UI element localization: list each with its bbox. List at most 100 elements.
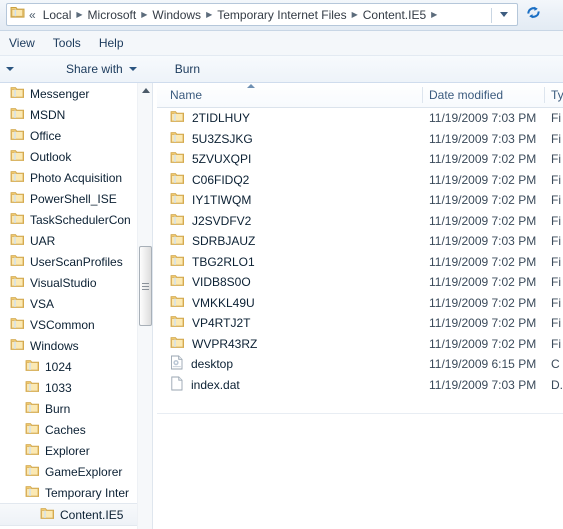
- column-header-date-modified[interactable]: Date modified: [429, 83, 503, 107]
- file-name-label: TBG2RLO1: [192, 254, 255, 269]
- breadcrumb-separator-icon[interactable]: ▶: [431, 10, 437, 19]
- sidebar-item-uar[interactable]: UAR: [0, 230, 137, 251]
- share-with-button[interactable]: Share with: [58, 59, 145, 79]
- menu-item-help[interactable]: Help: [90, 33, 133, 53]
- sidebar-item-msdn[interactable]: MSDN: [0, 104, 137, 125]
- file-name-cell: desktop: [170, 355, 233, 373]
- breadcrumb-separator-icon[interactable]: ▶: [76, 10, 82, 19]
- sidebar-item-vscommon[interactable]: VSCommon: [0, 314, 137, 335]
- breadcrumb[interactable]: « Local ▶ Microsoft ▶ Windows ▶ Temporar…: [6, 3, 518, 26]
- refresh-button[interactable]: [522, 3, 544, 26]
- sidebar-item-label: Burn: [45, 401, 71, 416]
- table-row[interactable]: 5ZVUXQPI 11/19/2009 7:02 PM Fi: [157, 149, 563, 170]
- table-row[interactable]: IY1TIWQM 11/19/2009 7:02 PM Fi: [157, 190, 563, 211]
- file-type-cell: Fi: [551, 111, 561, 126]
- breadcrumb-item-microsoft[interactable]: Microsoft: [86, 7, 139, 23]
- file-name-cell: TBG2RLO1: [170, 254, 255, 270]
- sidebar-item-messenger[interactable]: Messenger: [0, 83, 137, 104]
- sidebar-item-office[interactable]: Office: [0, 125, 137, 146]
- burn-label: Burn: [174, 62, 201, 76]
- folder-icon: [25, 359, 40, 375]
- column-header-type[interactable]: Ty: [551, 83, 563, 107]
- folder-icon: [25, 401, 40, 417]
- menu-item-tools[interactable]: Tools: [44, 33, 90, 53]
- file-date-modified-cell: 11/19/2009 7:02 PM: [429, 275, 537, 290]
- column-divider[interactable]: [544, 87, 545, 103]
- breadcrumb-item-local[interactable]: Local: [41, 7, 74, 23]
- sidebar-item-1024[interactable]: 1024: [0, 356, 137, 377]
- grip-icon: [142, 285, 149, 287]
- folder-icon: [10, 233, 25, 249]
- menu-item-view[interactable]: View: [0, 33, 44, 53]
- breadcrumb-item-windows[interactable]: Windows: [150, 7, 203, 23]
- sidebar-item-outlook[interactable]: Outlook: [0, 146, 137, 167]
- breadcrumb-item-temporary-internet-files[interactable]: Temporary Internet Files: [215, 7, 348, 23]
- file-type-cell: Fi: [551, 213, 561, 228]
- file-type-cell: Fi: [551, 254, 561, 269]
- file-date-modified-cell: 11/19/2009 7:02 PM: [429, 172, 537, 187]
- scroll-up-button[interactable]: [138, 83, 152, 97]
- sidebar-item-label: MSDN: [30, 107, 66, 122]
- folder-icon: [170, 213, 185, 229]
- sidebar-item-powershell-ise[interactable]: PowerShell_ISE: [0, 188, 137, 209]
- breadcrumb-separator-icon[interactable]: ▶: [141, 10, 147, 19]
- sidebar-item-temporary-inter[interactable]: Temporary Inter: [0, 482, 137, 503]
- sidebar-item-windows[interactable]: Windows: [0, 335, 137, 356]
- folder-icon: [170, 131, 185, 147]
- table-row[interactable]: desktop 11/19/2009 6:15 PM C: [157, 354, 563, 375]
- sidebar-item-userscanprofiles[interactable]: UserScanProfiles: [0, 251, 137, 272]
- file-type-cell: Fi: [551, 234, 561, 249]
- sidebar-item-label: 1024: [45, 359, 72, 374]
- breadcrumb-separator-icon[interactable]: ▶: [352, 10, 358, 19]
- table-row[interactable]: 2TIDLHUY 11/19/2009 7:03 PM Fi: [157, 108, 563, 129]
- table-row[interactable]: WVPR43RZ 11/19/2009 7:02 PM Fi: [157, 334, 563, 355]
- sidebar-item-content-ie5[interactable]: Content.IE5: [0, 503, 152, 526]
- address-history-dropdown[interactable]: [493, 4, 515, 25]
- table-row[interactable]: VMKKL49U 11/19/2009 7:02 PM Fi: [157, 293, 563, 314]
- burn-button[interactable]: Burn: [167, 59, 208, 79]
- sidebar-item-label: Windows: [30, 338, 79, 353]
- breadcrumb-item-content-ie5[interactable]: Content.IE5: [361, 7, 428, 23]
- breadcrumb-overflow-chevron[interactable]: «: [29, 9, 36, 21]
- breadcrumb-separator-icon[interactable]: ▶: [206, 10, 212, 19]
- sidebar-item-photo-acquisition[interactable]: Photo Acquisition: [0, 167, 137, 188]
- sidebar-item-label: PowerShell_ISE: [30, 191, 117, 206]
- table-row[interactable]: SDRBJAUZ 11/19/2009 7:03 PM Fi: [157, 231, 563, 252]
- command-bar: Share with Burn: [0, 56, 563, 83]
- folder-icon: [170, 315, 185, 331]
- sidebar-item-1033[interactable]: 1033: [0, 377, 137, 398]
- sidebar-item-caches[interactable]: Caches: [0, 419, 137, 440]
- folder-icon: [25, 464, 40, 480]
- table-row[interactable]: index.dat 11/19/2009 7:03 PM D.: [157, 375, 563, 396]
- file-date-modified-cell: 11/19/2009 6:15 PM: [429, 357, 537, 372]
- sidebar-item-label: TaskSchedulerCon: [30, 212, 131, 227]
- sidebar-item-gameexplorer[interactable]: GameExplorer: [0, 461, 137, 482]
- sidebar-item-visualstudio[interactable]: VisualStudio: [0, 272, 137, 293]
- folder-icon: [10, 107, 25, 123]
- file-date-modified-cell: 11/19/2009 7:02 PM: [429, 336, 537, 351]
- column-header-name[interactable]: Name: [170, 83, 202, 107]
- file-name-label: WVPR43RZ: [192, 336, 258, 351]
- file-date-modified-cell: 11/19/2009 7:02 PM: [429, 295, 537, 310]
- folder-icon: [170, 151, 185, 167]
- table-row[interactable]: VIDB8S0O 11/19/2009 7:02 PM Fi: [157, 272, 563, 293]
- scrollbar-thumb[interactable]: [139, 246, 152, 326]
- sidebar-item-explorer[interactable]: Explorer: [0, 440, 137, 461]
- file-type-cell: Fi: [551, 193, 561, 208]
- organize-button[interactable]: [0, 64, 18, 74]
- table-row[interactable]: C06FIDQ2 11/19/2009 7:02 PM Fi: [157, 170, 563, 191]
- column-divider[interactable]: [422, 87, 423, 103]
- table-row[interactable]: J2SVDFV2 11/19/2009 7:02 PM Fi: [157, 211, 563, 232]
- table-row[interactable]: VP4RTJ2T 11/19/2009 7:02 PM Fi: [157, 313, 563, 334]
- folder-icon: [25, 380, 40, 396]
- table-row[interactable]: TBG2RLO1 11/19/2009 7:02 PM Fi: [157, 252, 563, 273]
- sidebar-item-vsa[interactable]: VSA: [0, 293, 137, 314]
- sidebar-item-taskschedulercon[interactable]: TaskSchedulerCon: [0, 209, 137, 230]
- file-name-label: 2TIDLHUY: [192, 111, 251, 126]
- file-name-label: 5ZVUXQPI: [192, 152, 252, 167]
- sidebar-item-burn[interactable]: Burn: [0, 398, 137, 419]
- chevron-down-icon: [128, 67, 137, 71]
- navigation-scrollbar[interactable]: [137, 83, 152, 529]
- table-row[interactable]: 5U3ZSJKG 11/19/2009 7:03 PM Fi: [157, 129, 563, 150]
- folder-icon: [170, 110, 185, 126]
